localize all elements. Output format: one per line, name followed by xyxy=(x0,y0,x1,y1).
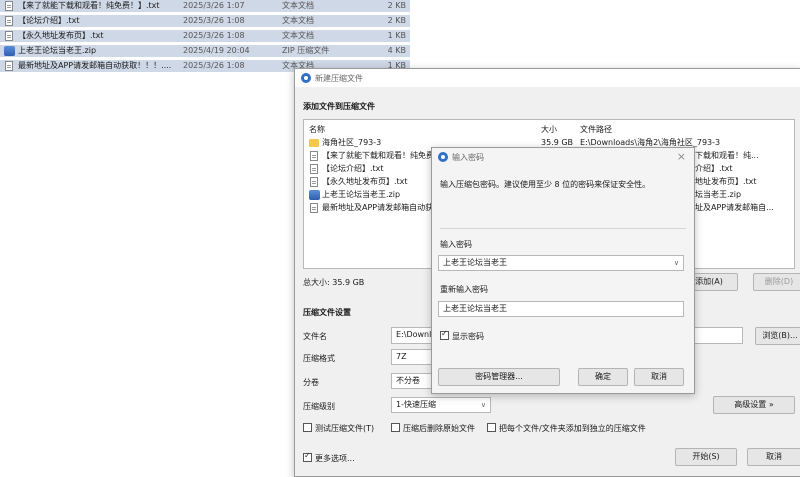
app-logo-icon xyxy=(301,73,311,83)
reenter-password-label: 重新输入密码 xyxy=(440,285,488,294)
text-file-icon xyxy=(5,1,13,11)
text-file-icon xyxy=(310,177,318,187)
chevron-down-icon: ∨ xyxy=(480,401,486,409)
file-size: 1 KB xyxy=(387,31,406,40)
column-header-size[interactable]: 大小 xyxy=(541,124,557,135)
list-item-name: 上老王论坛当老王.zip xyxy=(322,190,401,199)
list-item-name: 最新地址及APP请发邮箱自动获 xyxy=(322,203,434,212)
separate-archives-label: 把每个文件/文件夹添加到独立的压缩文件 xyxy=(499,424,646,433)
file-name: 【永久地址发布页】.txt xyxy=(18,31,104,40)
enter-password-value: 上老王论坛当老王 xyxy=(443,258,507,267)
divider xyxy=(440,228,686,229)
enter-password-label: 输入密码 xyxy=(440,240,472,249)
filename-label: 文件名 xyxy=(303,332,327,341)
text-file-icon xyxy=(5,31,13,41)
level-label: 压缩级别 xyxy=(303,402,335,411)
file-row[interactable]: 【永久地址发布页】.txt 2025/3/26 1:08 文本文档 1 KB xyxy=(0,30,410,42)
text-file-icon xyxy=(310,203,318,213)
file-row[interactable]: 上老王论坛当老王.zip 2025/4/19 20:04 ZIP 压缩文件 4 … xyxy=(0,45,410,57)
file-size: 4 KB xyxy=(387,46,406,55)
list-item-path: 址及APP请发邮箱自... xyxy=(695,203,774,212)
file-row[interactable]: 【论坛介绍】.txt 2025/3/26 1:08 文本文档 2 KB xyxy=(0,15,410,27)
file-type: 文本文档 xyxy=(282,16,314,25)
cancel-button[interactable]: 取消 xyxy=(747,448,800,466)
ok-button[interactable]: 确定 xyxy=(578,368,628,386)
file-type: 文本文档 xyxy=(282,31,314,40)
list-item-name: 【永久地址发布页】.txt xyxy=(322,177,408,186)
password-dialog-title: 输入密码 xyxy=(452,153,484,162)
column-header-path[interactable]: 文件路径 xyxy=(580,124,612,135)
more-options-checkbox[interactable] xyxy=(303,451,312,462)
file-size: 2 KB xyxy=(387,16,406,25)
file-type: 文本文档 xyxy=(282,1,314,10)
level-select[interactable]: 1-快速压缩 ∨ xyxy=(391,397,491,413)
file-date: 2025/4/19 20:04 xyxy=(183,46,250,55)
test-archive-checkbox[interactable] xyxy=(303,423,312,432)
file-name: 最新地址及APP请发邮箱自动获取！！！.... xyxy=(18,61,172,70)
format-value: 7Z xyxy=(396,352,407,361)
folder-icon xyxy=(309,139,319,147)
app-logo-icon xyxy=(438,152,448,162)
dialog-titlebar: 新建压缩文件 xyxy=(295,69,800,87)
list-item-path: 地址发布页】.txt xyxy=(695,177,757,186)
file-date: 2025/3/26 1:08 xyxy=(183,61,245,70)
total-size-label: 总大小: 35.9 GB xyxy=(303,278,365,287)
more-options-label: 更多选项... xyxy=(315,454,355,463)
password-cancel-button[interactable]: 取消 xyxy=(634,368,684,386)
section-title-settings: 压缩文件设置 xyxy=(303,308,351,317)
dialog-title: 新建压缩文件 xyxy=(315,74,363,83)
file-date: 2025/3/26 1:07 xyxy=(183,1,245,10)
enter-password-input[interactable]: 上老王论坛当老王 ∨ xyxy=(438,255,684,271)
list-item-path: 坛当老王.zip xyxy=(695,190,742,199)
split-label: 分卷 xyxy=(303,378,319,387)
list-item-name: 【来了就能下载和观看！纯免费 xyxy=(322,151,434,160)
advanced-settings-button[interactable]: 高级设置 » xyxy=(713,396,795,414)
file-type: ZIP 压缩文件 xyxy=(282,46,330,55)
format-label: 压缩格式 xyxy=(303,354,335,363)
delete-files-button[interactable]: 删除(D) xyxy=(753,273,800,291)
file-size: 2 KB xyxy=(387,1,406,10)
text-file-icon xyxy=(310,151,318,161)
password-manager-button[interactable]: 密码管理器... xyxy=(438,368,560,386)
file-date: 2025/3/26 1:08 xyxy=(183,31,245,40)
file-name: 上老王论坛当老王.zip xyxy=(18,46,97,55)
browse-button[interactable]: 浏览(B)... xyxy=(755,327,800,345)
show-password-label: 显示密码 xyxy=(452,332,484,341)
section-title-add-files: 添加文件到压缩文件 xyxy=(303,102,375,111)
split-value: 不分卷 xyxy=(396,376,420,385)
file-row[interactable]: 【来了就能下载和观看！纯免费！】.txt 2025/3/26 1:07 文本文档… xyxy=(0,0,410,12)
list-item-name: 【论坛介绍】.txt xyxy=(322,164,384,173)
file-name: 【论坛介绍】.txt xyxy=(18,16,80,25)
file-date: 2025/3/26 1:08 xyxy=(183,16,245,25)
password-dialog-titlebar: 输入密码 × xyxy=(432,148,694,166)
list-item-path: 介绍】.txt xyxy=(695,164,733,173)
text-file-icon xyxy=(310,164,318,174)
delete-after-checkbox[interactable] xyxy=(391,423,400,432)
column-header-name[interactable]: 名称 xyxy=(309,124,325,135)
list-item-name: 海角社区_793-3 xyxy=(322,138,382,147)
zip-file-icon xyxy=(309,190,320,200)
delete-after-label: 压缩后删除原始文件 xyxy=(403,424,475,433)
file-name: 【来了就能下载和观看！纯免费！】.txt xyxy=(18,1,160,10)
zip-file-icon xyxy=(4,46,15,56)
text-file-icon xyxy=(5,16,13,26)
show-password-checkbox[interactable] xyxy=(440,329,449,340)
close-icon[interactable]: × xyxy=(677,150,686,163)
level-value: 1-快速压缩 xyxy=(396,400,436,409)
reenter-password-input[interactable]: 上老王论坛当老王 xyxy=(438,301,684,317)
chevron-down-icon[interactable]: ∨ xyxy=(674,256,679,270)
password-hint: 输入压缩包密码。建议使用至少 8 位的密码来保证安全性。 xyxy=(440,180,651,189)
password-dialog: 输入密码 × 输入压缩包密码。建议使用至少 8 位的密码来保证安全性。 输入密码… xyxy=(431,147,695,394)
test-archive-label: 测试压缩文件(T) xyxy=(315,424,375,433)
text-file-icon xyxy=(5,61,13,71)
start-button[interactable]: 开始(S) xyxy=(675,448,737,466)
separate-archives-checkbox[interactable] xyxy=(487,423,496,432)
